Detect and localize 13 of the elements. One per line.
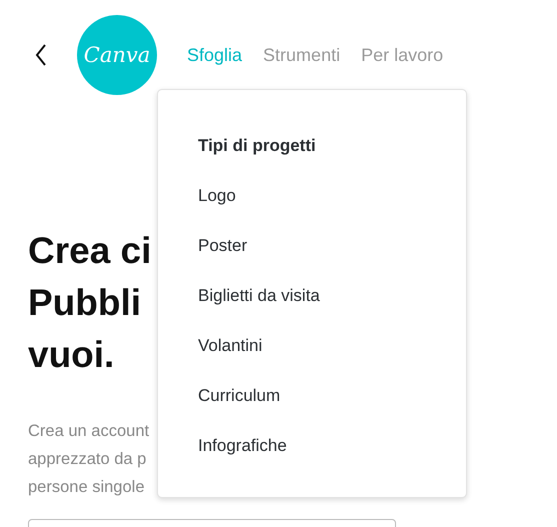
- menu-item[interactable]: Volantini: [198, 335, 426, 357]
- menu-item[interactable]: Biglietti da visita: [198, 285, 426, 307]
- headline-text: Crea ci: [28, 229, 152, 273]
- menu-item[interactable]: Poster: [198, 235, 426, 257]
- menu-item[interactable]: Curriculum: [198, 385, 426, 407]
- intro-text: apprezzato da p: [28, 449, 146, 470]
- headline-text: vuoi.: [28, 333, 114, 377]
- menu-item[interactable]: Logo: [198, 185, 426, 207]
- intro-text: persone singole: [28, 477, 144, 498]
- intro-text: Crea un account: [28, 421, 150, 442]
- headline-text: Pubbli: [28, 281, 142, 325]
- menu-heading: Tipi di progetti: [198, 135, 317, 157]
- menu-item[interactable]: Infografiche: [198, 435, 426, 457]
